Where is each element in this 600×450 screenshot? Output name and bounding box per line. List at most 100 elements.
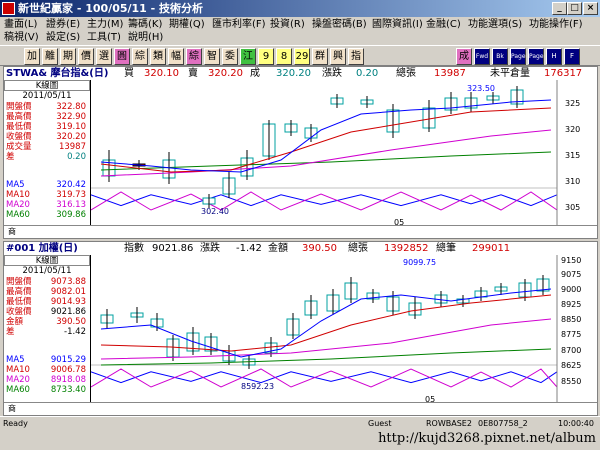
info-row-open: 開盤價 322.80 xyxy=(6,102,86,112)
y-tick: 8775 xyxy=(561,330,581,339)
toolbar-add-button[interactable]: 加 xyxy=(24,48,40,65)
low-note: 8592.23 xyxy=(241,382,274,391)
toolbar-composite2-button[interactable]: 綜 xyxy=(186,48,202,65)
ma60-row: MA60 309.86 xyxy=(6,210,86,220)
minimize-button[interactable]: _ xyxy=(552,2,567,15)
menu-function-ops[interactable]: 功能操作(F) xyxy=(529,18,583,31)
y-tick: 8700 xyxy=(561,346,581,355)
y-tick: 8625 xyxy=(561,361,581,370)
toolbar-category-button[interactable]: 類 xyxy=(150,48,166,65)
toolbar-circle-button[interactable]: 圓 xyxy=(114,48,130,65)
toolbar-leave-button[interactable]: 離 xyxy=(42,48,58,65)
candlestick-chart[interactable]: 9099.75 8592.23 05 9150 9075 9000 8925 8… xyxy=(91,255,597,402)
info-row-open: 開盤價 9073.88 xyxy=(6,277,86,287)
y-tick: 315 xyxy=(565,151,580,160)
change-value: 0.20 xyxy=(356,68,379,79)
menu-invest[interactable]: 投資(R) xyxy=(270,18,305,31)
volume-label: 總張 xyxy=(396,68,416,79)
change-label: 漲跌 xyxy=(322,68,342,79)
oscillator-line xyxy=(91,194,558,207)
info-row-low: 最低價 319.10 xyxy=(6,122,86,132)
toolbar-home-button[interactable]: H xyxy=(546,48,562,65)
price-info-box: K線圖 2011/05/11 開盤價 9073.88 最高價 9082.01 最低價… xyxy=(4,255,90,402)
ma5-row: MA5 9015.29 xyxy=(6,355,86,365)
info-row-diff: 差 -1.42 xyxy=(6,327,86,337)
menu-main-force[interactable]: 主力(M) xyxy=(87,18,123,31)
change-label: 漲跌 xyxy=(200,243,220,254)
menu-intl-info[interactable]: 國際資訊(I) xyxy=(372,18,423,31)
amount-value: 390.50 xyxy=(302,243,337,254)
toolbar-page-up-button[interactable]: Page xyxy=(510,48,526,65)
info-row-amount: 金額 390.50 xyxy=(6,317,86,327)
toolbar-river-button[interactable]: 江 xyxy=(240,48,256,65)
close-button[interactable]: × xyxy=(583,2,598,15)
indicator-bar: 商 xyxy=(4,225,597,238)
ma10-row: MA10 9006.78 xyxy=(6,365,86,375)
high-note: 323.50 xyxy=(467,84,495,93)
status-ready: Ready xyxy=(3,419,28,428)
low-note: 302.40 xyxy=(201,207,229,216)
menu-options[interactable]: 期權(Q) xyxy=(169,18,205,31)
info-row-diff: 差 0.20 xyxy=(6,152,86,162)
info-row-close: 收盤價 320.20 xyxy=(6,132,86,142)
menu-chips[interactable]: 籌碼(K) xyxy=(128,18,162,31)
toolbar-index-button[interactable]: 指 xyxy=(348,48,364,65)
open-interest-value: 176317 xyxy=(544,68,583,79)
taiex-msci-panel: STWA& 摩台指&(日) 買 320.10 賣 320.20 成 320.20… xyxy=(3,66,598,239)
oscillator-line xyxy=(91,368,558,388)
y-tick: 320 xyxy=(565,125,580,134)
toolbar-group-button[interactable]: 群 xyxy=(312,48,328,65)
toolbar-deal-button[interactable]: 成 xyxy=(456,48,472,65)
y-tick: 9000 xyxy=(561,285,581,294)
menu-finance[interactable]: 金融(C) xyxy=(426,18,461,31)
toolbar-back-button[interactable]: Bk xyxy=(492,48,508,65)
x-tick-label: 05 xyxy=(425,395,435,402)
maximize-button[interactable]: □ xyxy=(567,2,582,15)
date-label: 2011/05/11 xyxy=(22,266,72,276)
amount-label: 金額 xyxy=(268,243,288,254)
toolbar-futures-button[interactable]: 期 xyxy=(60,48,76,65)
y-tick: 9075 xyxy=(561,270,581,279)
toolbar-forward-button[interactable]: Fwd xyxy=(474,48,490,65)
menu-forex[interactable]: 匯市利率(F) xyxy=(212,18,266,31)
menu-securities[interactable]: 證券(E) xyxy=(46,18,80,31)
toolbar-price-button[interactable]: 價 xyxy=(78,48,94,65)
ma10-row: MA10 319.73 xyxy=(6,190,86,200)
menu-tools[interactable]: 工具(T) xyxy=(87,31,121,44)
candlestick-chart[interactable]: 323.50 302.40 05 325 320 315 310 305 xyxy=(91,80,597,225)
title-bar: 新世紀贏家 - 100/05/11 - 技術分析 _ □ × xyxy=(0,0,600,17)
toolbar-select-button[interactable]: 選 xyxy=(96,48,112,65)
menu-function-options[interactable]: 功能選項(S) xyxy=(468,18,522,31)
y-axis: 325 320 315 310 305 xyxy=(565,99,580,212)
toolbar-page-down-button[interactable]: Page xyxy=(528,48,544,65)
menu-settings[interactable]: 設定(S) xyxy=(46,31,80,44)
volume-value: 1392852 xyxy=(384,243,429,254)
count-value: 299011 xyxy=(472,243,511,254)
menu-screen[interactable]: 畫面(L) xyxy=(4,18,37,31)
quote-header: STWA& 摩台指&(日) 買 320.10 賣 320.20 成 320.20… xyxy=(4,67,597,80)
toolbar-order-button[interactable]: 委 xyxy=(222,48,238,65)
y-tick: 325 xyxy=(565,99,580,108)
info-row-high: 最高價 9082.01 xyxy=(6,287,86,297)
y-tick: 8925 xyxy=(561,300,581,309)
menu-trading-code[interactable]: 操盤密碼(B) xyxy=(312,18,367,31)
status-code: 0E807758_2 xyxy=(478,419,528,428)
toolbar-9-button[interactable]: 9 xyxy=(258,48,274,65)
menu-help[interactable]: 說明(H) xyxy=(128,31,163,44)
y-tick: 9150 xyxy=(561,256,581,265)
toolbar-f-button[interactable]: F xyxy=(564,48,580,65)
toolbar-smart-button[interactable]: 智 xyxy=(204,48,220,65)
toolbar: 加 離 期 價 選 圓 綜 類 幅 綜 智 委 江 9 8 29 群 興 指 成… xyxy=(0,45,600,66)
toolbar-8-button[interactable]: 8 xyxy=(276,48,292,65)
ma5-row: MA5 320.42 xyxy=(6,180,86,190)
toolbar-rise-button[interactable]: 興 xyxy=(330,48,346,65)
count-label: 總筆 xyxy=(436,243,456,254)
info-row-high: 最高價 322.90 xyxy=(6,112,86,122)
open-interest-label: 未平倉量 xyxy=(490,68,530,79)
toolbar-range-button[interactable]: 幅 xyxy=(168,48,184,65)
toolbar-29-button[interactable]: 29 xyxy=(294,48,310,65)
info-row-close: 收盤價 9021.86 xyxy=(6,307,86,317)
status-time: 10:00:40 xyxy=(558,419,594,428)
menu-view[interactable]: 稿視(V) xyxy=(4,31,39,44)
toolbar-composite-button[interactable]: 綜 xyxy=(132,48,148,65)
